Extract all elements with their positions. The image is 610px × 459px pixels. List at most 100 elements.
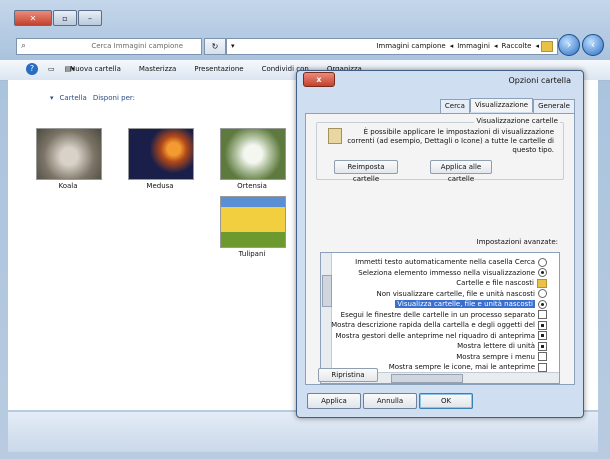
setting-row[interactable]: Mostra sempre le icone, mai le anteprime [389,362,547,372]
setting-row[interactable]: Mostra sempre i menu [456,352,547,362]
file-label: Medusa [146,182,174,190]
checkbox[interactable] [538,331,547,340]
koala-thumbnail[interactable] [36,128,102,180]
breadcrumb: Immagini campione ◂ Immagini ◂ Raccolte … [376,42,539,50]
setting-row[interactable]: Seleziona elemento immesso nella visuali… [358,268,547,278]
arrange-label: Disponi per: [92,94,135,102]
maximize-button[interactable]: ▫ [53,10,77,26]
nav-buttons: › ‹ [558,34,604,56]
setting-label: Mostra descrizione rapida della cartella… [331,321,535,329]
search-icon: ⌕ [21,41,27,51]
folder-options-dialog: x Opzioni cartella Cerca Visualizzazione… [296,70,584,418]
setting-label: Cartelle e file nascosti [456,279,534,287]
setting-label: Immetti testo automaticamente nella case… [355,258,535,266]
radio-button[interactable] [538,268,547,277]
hydrangea-thumbnail[interactable] [220,128,286,180]
breadcrumb-item[interactable]: Immagini campione [376,42,445,50]
breadcrumb-separator: ◂ [535,42,539,50]
checkbox[interactable] [538,341,547,351]
breadcrumb-item[interactable]: Raccolte [502,42,532,50]
toolbar-item[interactable]: Nuova cartella [70,65,121,73]
minimize-button[interactable]: – [78,10,102,26]
arrange-value[interactable]: Cartella [60,94,87,102]
setting-row[interactable]: Mostra lettere di unità [457,341,547,351]
address-bar[interactable]: ▾ Immagini campione ◂ Immagini ◂ Raccolt… [226,38,558,55]
tab-generale[interactable]: Generale [533,99,575,113]
help-icon[interactable]: ? [26,63,38,75]
radio-button[interactable] [538,289,547,298]
ok-button[interactable]: OK [419,393,473,409]
tulips-thumbnail[interactable] [220,196,286,248]
chevron-down-icon[interactable]: ▾ [231,42,235,50]
radio-button[interactable] [538,299,547,309]
checkbox[interactable] [538,320,547,330]
dialog-title: Opzioni cartella [508,76,571,85]
arrow-right-icon: › [566,38,572,51]
setting-row[interactable]: Cartelle e file nascosti [456,278,547,288]
radio-button[interactable] [538,257,547,267]
setting-row[interactable]: Immetti testo automaticamente nella case… [355,257,547,267]
tab-panel: Visualizzazione cartelle È possibile app… [305,113,575,385]
chevron-down-icon: ▾ [50,94,54,102]
folder-view-icon [328,128,342,144]
checkbox[interactable] [538,362,547,372]
jellyfish-thumbnail[interactable] [128,128,194,180]
refresh-icon: ↻ [211,42,219,51]
toolbar-item[interactable]: Masterizza [139,65,177,73]
group-description: È possibile applicare le impostazioni di… [347,128,554,154]
setting-row[interactable]: Mostra descrizione rapida della cartella… [331,320,547,330]
vertical-scrollbar[interactable] [321,253,332,371]
setting-label: Esegui le finestre delle cartelle in un … [340,310,535,319]
apply-button[interactable]: Applica [307,393,361,409]
dialog-tabs: Cerca Visualizzazione Generale [439,98,575,113]
group-label: Visualizzazione cartelle [474,117,560,125]
view-controls: ? ▭ ▤▾ [26,63,75,75]
arrange-by[interactable]: ▾ Cartella Disponi per: [50,94,135,102]
minimize-icon: – [88,13,92,23]
apply-to-folders-button[interactable]: Applica alle cartelle [430,160,492,183]
checkbox[interactable] [538,310,547,319]
toolbar-item[interactable]: Presentazione [194,65,243,73]
breadcrumb-separator: ◂ [449,42,454,50]
library-icon [541,41,553,52]
advanced-settings-list[interactable]: Immetti testo automaticamente nella case… [320,252,560,384]
file-label: Koala [58,182,78,190]
dialog-close-button[interactable]: x [303,72,335,87]
back-button[interactable]: ‹ [582,34,604,56]
reset-folders-button[interactable]: Reimposta cartelle [334,160,398,183]
setting-label: Mostra sempre le icone, mai le anteprime [388,363,535,371]
setting-label: Visualizza cartelle, file e unità nascos… [395,300,535,308]
preview-pane-icon[interactable]: ▭ [48,65,55,73]
breadcrumb-item[interactable]: Immagini [457,42,490,50]
search-input[interactable]: Cerca Immagini campione ⌕ [16,38,202,55]
restore-defaults-button[interactable]: Ripristina [318,368,378,382]
setting-label: Mostra lettere di unità [457,342,535,350]
arrow-left-icon: ‹ [590,38,596,51]
folder-icon [537,278,547,288]
setting-label: Mostra gestori delle anteprime nel riqua… [335,331,536,340]
setting-row[interactable]: Mostra gestori delle anteprime nel riqua… [335,331,547,341]
setting-row[interactable]: Visualizza cartelle, file e unità nascos… [395,299,547,309]
setting-label: Seleziona elemento immesso nella visuali… [358,268,535,277]
tab-cerca[interactable]: Cerca [439,99,470,113]
scroll-thumb[interactable] [391,374,463,383]
setting-row[interactable]: Non visualizzare cartelle, file e unità … [377,289,547,299]
close-button[interactable]: ✕ [14,10,52,26]
close-icon: ✕ [29,13,37,23]
refresh-button[interactable]: ↻ [204,38,226,55]
details-pane [8,412,598,452]
cancel-button[interactable]: Annulla [363,393,417,409]
setting-label: Mostra sempre i menu [456,352,535,361]
file-label: Tulipani [238,250,266,258]
close-icon: x [316,75,322,84]
tab-visualizzazione[interactable]: Visualizzazione [469,98,534,112]
forward-button[interactable]: › [558,34,580,56]
maximize-icon: ▫ [62,13,68,23]
scroll-thumb[interactable] [322,275,332,307]
breadcrumb-separator: ◂ [493,42,498,50]
address-row: Cerca Immagini campione ⌕ ↻ ▾ Immagini c… [10,34,604,56]
setting-label: Non visualizzare cartelle, file e unità … [376,289,535,298]
setting-row[interactable]: Esegui le finestre delle cartelle in un … [341,310,547,320]
checkbox[interactable] [538,352,547,361]
advanced-label: Impostazioni avanzate: [474,238,560,246]
